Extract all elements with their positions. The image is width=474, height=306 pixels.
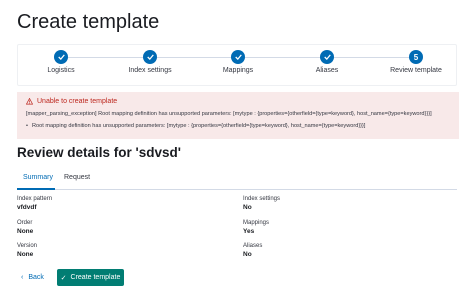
check-icon <box>146 54 154 60</box>
create-template-button[interactable]: ✓ Create template <box>57 269 124 286</box>
page-title: Create template <box>17 11 160 33</box>
active-tab-indicator <box>17 188 55 190</box>
step-review-template[interactable]: 5 <box>409 50 423 64</box>
step-mappings[interactable] <box>231 50 245 64</box>
summary-value-index-settings: No <box>243 204 252 211</box>
summary-title-aliases: Aliases <box>243 243 263 249</box>
summary-title-mappings: Mappings <box>243 220 270 226</box>
step-label-index-settings[interactable]: Index settings <box>128 67 171 74</box>
summary-value-version: None <box>17 251 34 258</box>
summary-value-order: None <box>17 228 34 235</box>
check-icon <box>57 54 65 60</box>
back-button-label: Back <box>28 273 44 281</box>
review-title: Review details for 'sdvsd' <box>17 145 181 160</box>
summary-value-index-pattern: vfdvdf <box>17 204 37 211</box>
step-label-logistics[interactable]: Logistics <box>47 67 74 74</box>
step-aliases[interactable] <box>320 50 334 64</box>
check-icon <box>234 54 242 60</box>
tab-request[interactable]: Request <box>64 174 90 181</box>
back-button[interactable]: ‹ Back <box>17 270 44 284</box>
summary-title-index-pattern: Index pattern <box>17 196 53 202</box>
chevron-left-icon: ‹ <box>21 273 24 281</box>
alert-icon <box>26 98 33 105</box>
summary-value-mappings: Yes <box>243 228 255 235</box>
step-label-review-template[interactable]: Review template <box>390 67 442 74</box>
step-label-aliases[interactable]: Aliases <box>316 67 339 74</box>
check-icon: ✓ <box>60 274 67 282</box>
error-bullet: Root mapping definition has unsupported … <box>26 123 366 129</box>
error-title-text: Unable to create template <box>37 98 118 105</box>
tab-summary[interactable]: Summary <box>23 174 53 181</box>
step-index-settings[interactable] <box>143 50 157 64</box>
check-icon <box>323 54 331 60</box>
error-callout-title: Unable to create template <box>26 98 117 105</box>
step-logistics[interactable] <box>54 50 68 64</box>
step-label-mappings[interactable]: Mappings <box>223 67 253 74</box>
summary-title-version: Version <box>17 243 38 249</box>
error-callout: Unable to create template [mapper_parsin… <box>17 92 459 139</box>
summary-title-index-settings: Index settings <box>243 196 281 202</box>
summary-title-order: Order <box>17 220 33 226</box>
summary-value-aliases: No <box>243 251 252 258</box>
review-tabs: Summary Request <box>17 170 457 190</box>
create-template-label: Create template <box>70 274 121 281</box>
error-message: [mapper_parsing_exception] Root mapping … <box>26 111 432 117</box>
